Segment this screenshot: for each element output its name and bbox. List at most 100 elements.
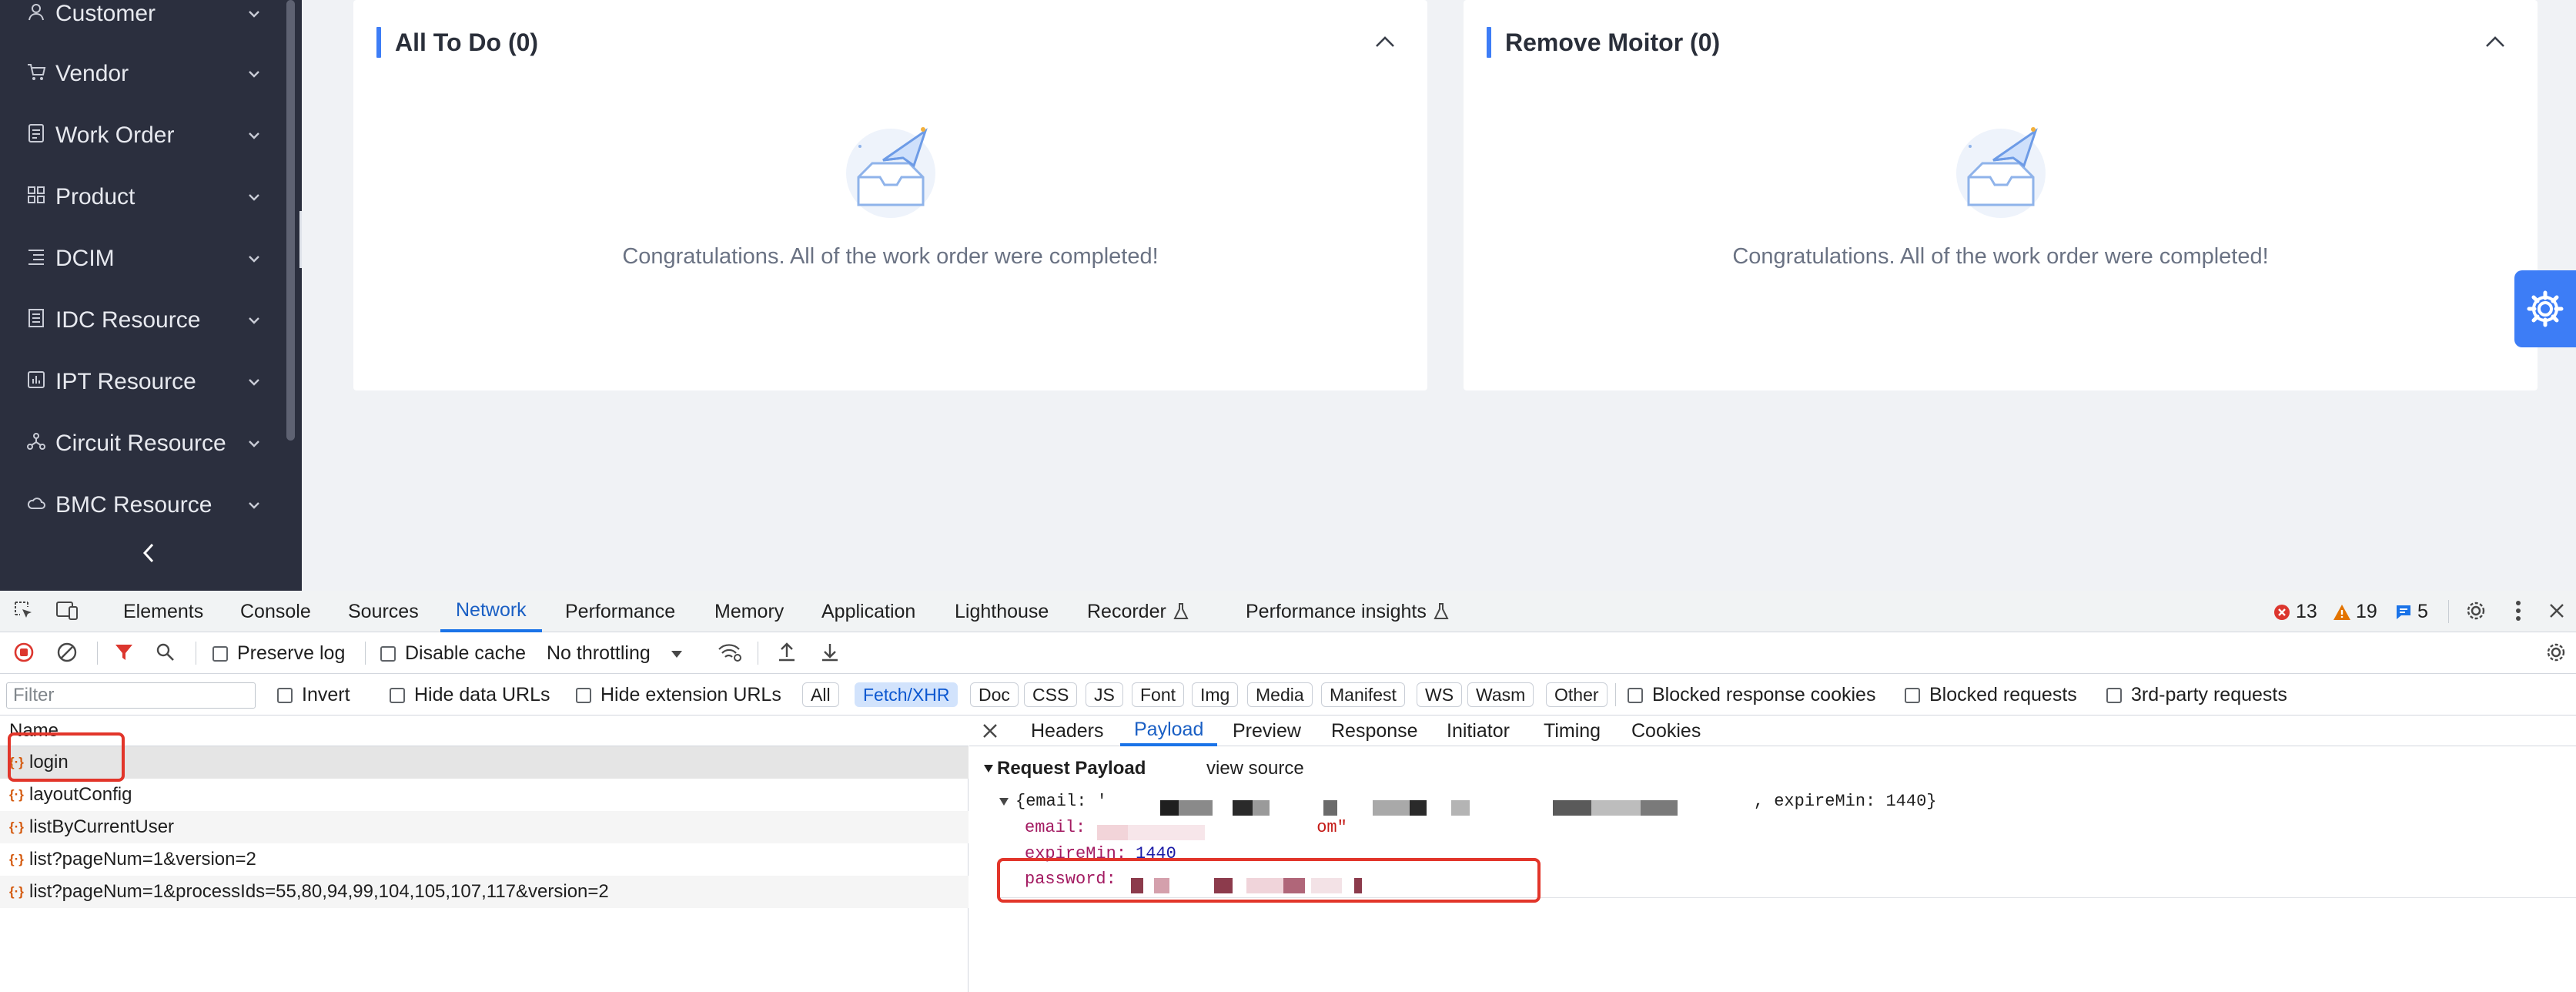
collapse-card-button[interactable] — [1370, 28, 1400, 55]
tab-cookies[interactable]: Cookies — [1631, 716, 1701, 746]
sidebar-item-bmc-resource[interactable]: BMC Resource — [0, 482, 293, 528]
tab-recorder[interactable]: Recorder — [1087, 591, 1189, 632]
request-row[interactable]: {·} list?pageNum=1&version=2 — [0, 843, 969, 876]
preserve-log-checkbox[interactable]: Preserve log — [212, 642, 345, 665]
cart-icon — [23, 62, 49, 87]
throttling-select[interactable]: No throttling — [547, 642, 683, 665]
tab-payload[interactable]: Payload — [1120, 716, 1218, 746]
filter-icon[interactable] — [111, 632, 137, 672]
redaction-block — [1097, 825, 1128, 840]
export-har-icon[interactable] — [816, 632, 844, 672]
invert-checkbox[interactable]: Invert — [277, 684, 350, 706]
third-party-requests-checkbox[interactable]: 3rd-party requests — [2106, 684, 2287, 706]
settings-button[interactable] — [2514, 270, 2576, 347]
filter-chip-all[interactable]: All — [802, 682, 839, 707]
request-row[interactable]: {·} layoutConfig — [0, 779, 969, 811]
redaction-block — [1128, 825, 1205, 840]
filter-chip-img[interactable]: Img — [1192, 682, 1239, 707]
empty-message: Congratulations. All of the work order w… — [1732, 244, 2269, 269]
filter-chip-fetch-xhr[interactable]: Fetch/XHR — [855, 682, 958, 707]
sidebar-item-circuit-resource[interactable]: Circuit Resource — [0, 421, 293, 467]
tab-performance[interactable]: Performance — [565, 591, 675, 632]
request-row[interactable]: {·} list?pageNum=1&processIds=55,80,94,9… — [0, 876, 969, 908]
tab-preview[interactable]: Preview — [1233, 716, 1301, 746]
hide-extension-urls-checkbox[interactable]: Hide extension URLs — [576, 684, 781, 706]
request-name: list?pageNum=1&version=2 — [29, 849, 256, 870]
collapse-sidebar-button[interactable] — [137, 539, 160, 567]
sidebar-item-work-order[interactable]: Work Order — [0, 112, 293, 159]
filter-chip-ws[interactable]: WS — [1417, 682, 1463, 707]
xhr-icon: {·} — [9, 852, 24, 866]
error-count-badge[interactable]: 13 — [2273, 601, 2317, 623]
stop-recording-icon[interactable] — [11, 632, 37, 672]
tab-application[interactable]: Application — [821, 591, 915, 632]
tab-headers[interactable]: Headers — [1031, 716, 1104, 746]
sidebar-item-label: Product — [55, 184, 135, 209]
filter-chip-manifest[interactable]: Manifest — [1321, 682, 1405, 707]
network-settings-icon[interactable] — [2541, 632, 2571, 672]
collapse-card-button[interactable] — [2480, 28, 2511, 55]
tab-performance-insights[interactable]: Performance insights — [1246, 591, 1450, 632]
sidebar-item-ipt-resource[interactable]: IPT Resource — [0, 359, 293, 405]
tab-memory[interactable]: Memory — [714, 591, 784, 632]
tab-sources[interactable]: Sources — [348, 591, 419, 632]
sidebar-item-idc-resource[interactable]: IDC Resource — [0, 297, 293, 344]
filter-chip-other[interactable]: Other — [1546, 682, 1607, 707]
tab-network[interactable]: Network — [440, 591, 542, 632]
flask-icon — [1173, 603, 1189, 619]
inspect-element-icon[interactable] — [11, 591, 37, 631]
todo-card: All To Do (0) Congratulations. All of th… — [353, 0, 1427, 390]
devtools-tab-bar: Elements Console Sources Network Perform… — [0, 591, 2576, 632]
sidebar-item-customer[interactable]: Customer — [0, 0, 293, 37]
filter-chip-wasm[interactable]: Wasm — [1467, 682, 1534, 707]
tab-initiator[interactable]: Initiator — [1447, 716, 1510, 746]
error-icon — [2274, 604, 2290, 620]
warning-count-badge[interactable]: 19 — [2333, 601, 2377, 623]
disable-cache-checkbox[interactable]: Disable cache — [380, 642, 526, 665]
sidebar-item-dcim[interactable]: DCIM — [0, 236, 293, 282]
hide-data-urls-checkbox[interactable]: Hide data URLs — [390, 684, 550, 706]
view-source-link[interactable]: view source — [1206, 758, 1304, 779]
device-toolbar-icon[interactable] — [54, 591, 80, 631]
tab-elements[interactable]: Elements — [123, 591, 203, 632]
hide-data-urls-label: Hide data URLs — [414, 684, 550, 705]
warning-icon — [2333, 604, 2350, 620]
annotation-highlight-password — [997, 858, 1541, 903]
request-row-login[interactable]: {·} login — [0, 746, 969, 779]
request-payload-header[interactable]: Request Payload — [983, 758, 1146, 779]
import-har-icon[interactable] — [773, 632, 801, 672]
sidebar-item-vendor[interactable]: Vendor — [0, 51, 293, 97]
sidebar-item-product[interactable]: Product — [0, 174, 293, 220]
more-options-icon[interactable] — [2507, 591, 2530, 631]
filter-chip-js[interactable]: JS — [1086, 682, 1123, 707]
close-detail-icon[interactable] — [979, 716, 1002, 746]
clear-icon[interactable] — [54, 632, 80, 672]
chevron-down-icon — [245, 65, 263, 83]
message-count-badge[interactable]: 5 — [2394, 601, 2428, 623]
close-devtools-icon[interactable] — [2545, 591, 2568, 631]
xhr-icon: {·} — [9, 884, 24, 899]
tab-console[interactable]: Console — [240, 591, 311, 632]
sidebar-scrollbar[interactable] — [286, 0, 295, 441]
filter-chip-media[interactable]: Media — [1247, 682, 1313, 707]
tab-timing[interactable]: Timing — [1544, 716, 1601, 746]
filter-chip-doc[interactable]: Doc — [970, 682, 1019, 707]
main-content: All To Do (0) Congratulations. All of th… — [302, 0, 2576, 591]
request-row[interactable]: {·} listByCurrentUser — [0, 811, 969, 843]
search-icon[interactable] — [152, 632, 179, 672]
throttling-value: No throttling — [547, 642, 651, 664]
card-title-text: All To Do (0) — [395, 28, 539, 56]
blocked-requests-checkbox[interactable]: Blocked requests — [1905, 684, 2077, 706]
filter-chip-font[interactable]: Font — [1132, 682, 1185, 707]
filter-input[interactable]: Filter — [6, 682, 256, 709]
chevron-left-icon — [142, 543, 154, 563]
redaction-block — [1233, 800, 1253, 816]
email-value-tail: om" — [1316, 818, 1347, 837]
name-column-header[interactable]: Name — [0, 716, 969, 746]
blocked-response-cookies-checkbox[interactable]: Blocked response cookies — [1628, 684, 1875, 706]
tab-response[interactable]: Response — [1331, 716, 1418, 746]
tab-lighthouse[interactable]: Lighthouse — [955, 591, 1049, 632]
filter-chip-css[interactable]: CSS — [1024, 682, 1078, 707]
devtools-settings-icon[interactable] — [2461, 591, 2491, 631]
network-conditions-icon[interactable] — [714, 632, 745, 672]
